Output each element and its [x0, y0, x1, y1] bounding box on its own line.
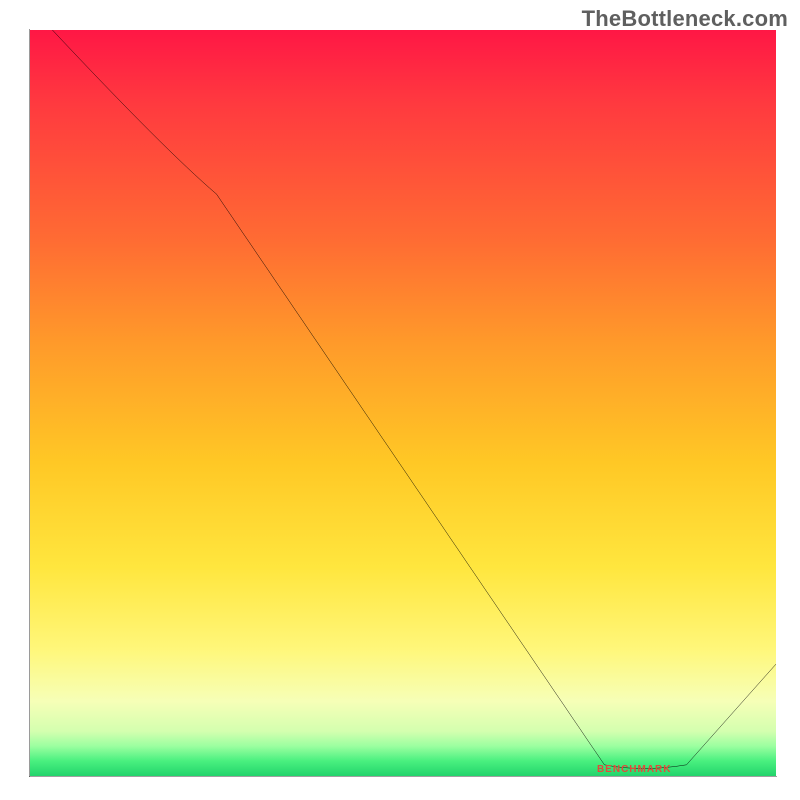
- plot-area: BENCHMARK: [30, 30, 776, 776]
- axes: [29, 29, 777, 777]
- watermark-text: TheBottleneck.com: [582, 6, 788, 32]
- benchmark-label: BENCHMARK: [597, 764, 672, 775]
- chart-container: TheBottleneck.com BENCHMARK: [0, 0, 800, 800]
